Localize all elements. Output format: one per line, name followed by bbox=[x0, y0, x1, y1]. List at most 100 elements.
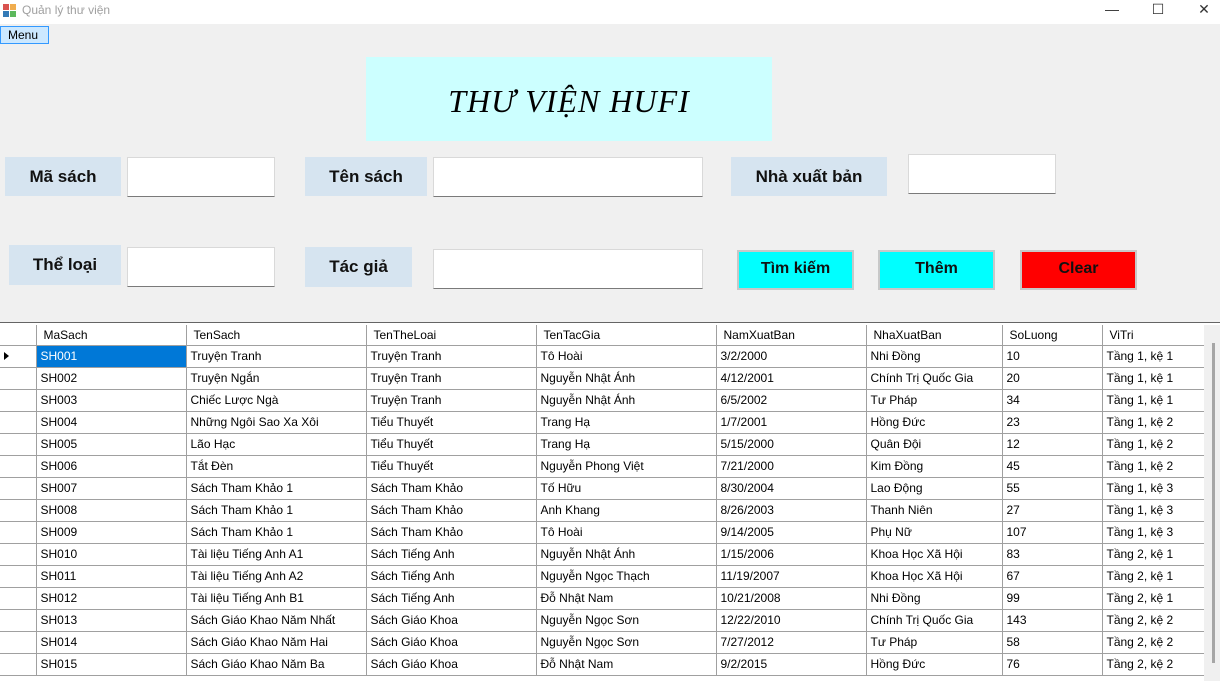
cell-tensach[interactable]: Tài liệu Tiếng Anh B1 bbox=[186, 587, 367, 610]
cell-nhaxuatban[interactable]: Tư Pháp bbox=[866, 631, 1003, 654]
cell-tentheloai[interactable]: Sách Tham Khảo bbox=[366, 521, 537, 544]
nha-xuat-ban-input[interactable] bbox=[908, 154, 1056, 194]
cell-vitri[interactable]: Tầng 1, kệ 2 bbox=[1102, 433, 1205, 456]
cell-tensach[interactable]: Sách Tham Khảo 1 bbox=[186, 521, 367, 544]
cell-tensach[interactable]: Những Ngôi Sao Xa Xôi bbox=[186, 411, 367, 434]
cell-tentacgia[interactable]: Đỗ Nhật Nam bbox=[536, 587, 717, 610]
cell-tentheloai[interactable]: Sách Giáo Khoa bbox=[366, 631, 537, 654]
cell-tentacgia[interactable]: Nguyễn Ngọc Sơn bbox=[536, 609, 717, 632]
cell-masach[interactable]: SH006 bbox=[36, 455, 187, 478]
cell-nhaxuatban[interactable]: Chính Trị Quốc Gia bbox=[866, 609, 1003, 632]
cell-nhaxuatban[interactable]: Hồng Đức bbox=[866, 411, 1003, 434]
cell-nhaxuatban[interactable]: Hồng Đức bbox=[866, 653, 1003, 676]
cell-soluong[interactable]: 10 bbox=[1002, 345, 1103, 368]
cell-nhaxuatban[interactable]: Thanh Niên bbox=[866, 499, 1003, 522]
cell-tensach[interactable]: Sách Tham Khảo 1 bbox=[186, 477, 367, 500]
table-row[interactable]: SH007 Sách Tham Khảo 1 Sách Tham Khảo Tố Hữ… bbox=[0, 477, 1205, 500]
cell-tentacgia[interactable]: Anh Khang bbox=[536, 499, 717, 522]
cell-tentheloai[interactable]: Sách Tiếng Anh bbox=[366, 543, 537, 566]
cell-soluong[interactable]: 20 bbox=[1002, 367, 1103, 390]
cell-vitri[interactable]: Tầng 1, kệ 1 bbox=[1102, 389, 1205, 412]
column-header-masach[interactable]: MaSach bbox=[36, 325, 187, 346]
cell-nhaxuatban[interactable]: Phụ Nữ bbox=[866, 521, 1003, 544]
row-header[interactable] bbox=[0, 521, 37, 544]
cell-soluong[interactable]: 143 bbox=[1002, 609, 1103, 632]
cell-masach[interactable]: SH012 bbox=[36, 587, 187, 610]
cell-tentacgia[interactable]: Nguyễn Ngọc Sơn bbox=[536, 631, 717, 654]
cell-tentheloai[interactable]: Tiểu Thuyết bbox=[366, 455, 537, 478]
cell-vitri[interactable]: Tầng 2, kệ 1 bbox=[1102, 587, 1205, 610]
cell-tensach[interactable]: Lão Hạc bbox=[186, 433, 367, 456]
table-row[interactable]: SH003 Chiếc Lược Ngà Truyện Tranh Nguyễn Nh… bbox=[0, 389, 1205, 412]
cell-tentacgia[interactable]: Trang Hạ bbox=[536, 433, 717, 456]
close-button[interactable]: ✕ bbox=[1181, 0, 1220, 20]
scrollbar-thumb[interactable] bbox=[1212, 343, 1215, 663]
column-header-vitri[interactable]: ViTri bbox=[1102, 325, 1205, 346]
cell-masach[interactable]: SH009 bbox=[36, 521, 187, 544]
cell-namxuatban[interactable]: 11/19/2007 bbox=[716, 565, 867, 588]
cell-tentacgia[interactable]: Đỗ Nhật Nam bbox=[536, 653, 717, 676]
cell-tentheloai[interactable]: Sách Tham Khảo bbox=[366, 499, 537, 522]
cell-namxuatban[interactable]: 3/2/2000 bbox=[716, 345, 867, 368]
row-header[interactable] bbox=[0, 565, 37, 588]
table-row[interactable]: SH004 Những Ngôi Sao Xa Xôi Tiểu Thuyết Tra… bbox=[0, 411, 1205, 434]
cell-tentheloai[interactable]: Truyện Tranh bbox=[366, 389, 537, 412]
cell-soluong[interactable]: 23 bbox=[1002, 411, 1103, 434]
cell-masach[interactable]: SH001 bbox=[36, 345, 187, 368]
cell-tentacgia[interactable]: Tô Hoài bbox=[536, 345, 717, 368]
column-header-soluong[interactable]: SoLuong bbox=[1002, 325, 1103, 346]
cell-tentheloai[interactable]: Truyện Tranh bbox=[366, 345, 537, 368]
cell-tentheloai[interactable]: Truyện Tranh bbox=[366, 367, 537, 390]
grid-corner-header[interactable] bbox=[0, 325, 37, 346]
cell-namxuatban[interactable]: 7/21/2000 bbox=[716, 455, 867, 478]
cell-nhaxuatban[interactable]: Quân Đội bbox=[866, 433, 1003, 456]
cell-vitri[interactable]: Tầng 1, kệ 2 bbox=[1102, 411, 1205, 434]
cell-soluong[interactable]: 12 bbox=[1002, 433, 1103, 456]
the-loai-input[interactable] bbox=[127, 247, 275, 287]
cell-namxuatban[interactable]: 8/26/2003 bbox=[716, 499, 867, 522]
books-grid[interactable]: MaSach TenSach TenTheLoai TenTacGia NamX… bbox=[0, 322, 1220, 682]
cell-tensach[interactable]: Truyện Ngắn bbox=[186, 367, 367, 390]
cell-masach[interactable]: SH002 bbox=[36, 367, 187, 390]
column-header-nhaxuatban[interactable]: NhaXuatBan bbox=[866, 325, 1003, 346]
table-row[interactable]: SH013 Sách Giáo Khao Năm Nhất Sách Giáo Kh… bbox=[0, 609, 1205, 632]
maximize-button[interactable]: ☐ bbox=[1135, 0, 1181, 20]
row-header[interactable] bbox=[0, 455, 37, 478]
cell-namxuatban[interactable]: 5/15/2000 bbox=[716, 433, 867, 456]
cell-nhaxuatban[interactable]: Tư Pháp bbox=[866, 389, 1003, 412]
cell-masach[interactable]: SH005 bbox=[36, 433, 187, 456]
cell-namxuatban[interactable]: 8/30/2004 bbox=[716, 477, 867, 500]
cell-tensach[interactable]: Sách Giáo Khao Năm Ba bbox=[186, 653, 367, 676]
tac-gia-input[interactable] bbox=[433, 249, 703, 289]
cell-tensach[interactable]: Tắt Đèn bbox=[186, 455, 367, 478]
cell-tensach[interactable]: Chiếc Lược Ngà bbox=[186, 389, 367, 412]
table-row[interactable]: SH015 Sách Giáo Khao Năm Ba Sách Giáo Khoa… bbox=[0, 653, 1205, 676]
cell-tentheloai[interactable]: Sách Giáo Khoa bbox=[366, 609, 537, 632]
column-header-tentacgia[interactable]: TenTacGia bbox=[536, 325, 717, 346]
cell-nhaxuatban[interactable]: Chính Trị Quốc Gia bbox=[866, 367, 1003, 390]
vertical-scrollbar[interactable] bbox=[1204, 325, 1220, 681]
column-header-tentheloai[interactable]: TenTheLoai bbox=[366, 325, 537, 346]
table-row[interactable]: SH010 Tài liệu Tiếng Anh A1 Sách Tiếng Anh… bbox=[0, 543, 1205, 566]
cell-namxuatban[interactable]: 7/27/2012 bbox=[716, 631, 867, 654]
cell-tensach[interactable]: Truyện Tranh bbox=[186, 345, 367, 368]
cell-tensach[interactable]: Sách Tham Khảo 1 bbox=[186, 499, 367, 522]
search-button[interactable]: Tìm kiếm bbox=[737, 250, 854, 290]
cell-namxuatban[interactable]: 10/21/2008 bbox=[716, 587, 867, 610]
cell-namxuatban[interactable]: 9/2/2015 bbox=[716, 653, 867, 676]
cell-nhaxuatban[interactable]: Lao Động bbox=[866, 477, 1003, 500]
cell-vitri[interactable]: Tầng 1, kệ 2 bbox=[1102, 455, 1205, 478]
cell-tentheloai[interactable]: Sách Tham Khảo bbox=[366, 477, 537, 500]
cell-nhaxuatban[interactable]: Nhi Đồng bbox=[866, 587, 1003, 610]
table-row[interactable]: SH012 Tài liệu Tiếng Anh B1 Sách Tiếng Anh… bbox=[0, 587, 1205, 610]
cell-nhaxuatban[interactable]: Nhi Đồng bbox=[866, 345, 1003, 368]
cell-tensach[interactable]: Sách Giáo Khao Năm Hai bbox=[186, 631, 367, 654]
row-header[interactable] bbox=[0, 477, 37, 500]
ma-sach-input[interactable] bbox=[127, 157, 275, 197]
table-row[interactable]: SH001 Truyện Tranh Truyện Tranh Tô Hoài 3/2/… bbox=[0, 345, 1205, 368]
cell-soluong[interactable]: 55 bbox=[1002, 477, 1103, 500]
column-header-tensach[interactable]: TenSach bbox=[186, 325, 367, 346]
cell-namxuatban[interactable]: 6/5/2002 bbox=[716, 389, 867, 412]
table-row[interactable]: SH005 Lão Hạc Tiểu Thuyết Trang Hạ 5/15/2000… bbox=[0, 433, 1205, 456]
table-row[interactable]: SH011 Tài liệu Tiếng Anh A2 Sách Tiếng Anh… bbox=[0, 565, 1205, 588]
